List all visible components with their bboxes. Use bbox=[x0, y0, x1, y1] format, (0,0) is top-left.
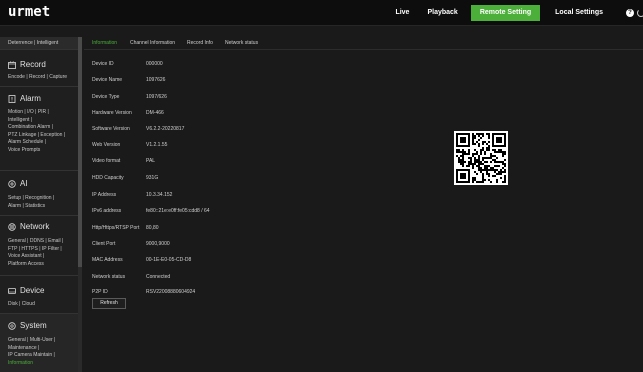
record-icon bbox=[8, 60, 16, 69]
sidebar-title-network: Network bbox=[20, 222, 50, 231]
top-bar: urmet Live Playback Remote Setting Local… bbox=[0, 0, 643, 26]
sidebar-link-line[interactable]: Setup | Recognition | bbox=[8, 195, 76, 203]
info-value: RSV22008880604924 bbox=[146, 289, 196, 295]
sidebar-scroll-thumb[interactable] bbox=[78, 37, 82, 267]
nav-local-settings[interactable]: Local Settings bbox=[548, 5, 610, 21]
network-icon bbox=[8, 222, 16, 231]
nav-live[interactable]: Live bbox=[388, 5, 416, 21]
sidebar-section-record: Record Encode | Record | Capture bbox=[0, 49, 78, 86]
info-value: V1.2.1.55 bbox=[146, 142, 168, 148]
info-value: Connected bbox=[146, 274, 171, 280]
sidebar-section-device: Device Disk | Cloud bbox=[0, 275, 78, 313]
tab-information[interactable]: Information bbox=[92, 37, 117, 49]
sidebar-link-line[interactable]: Motion | I/O | PIR | bbox=[8, 109, 76, 117]
info-value: 00-1E-E0-05-CD-D8 bbox=[146, 257, 192, 263]
tab-channel-information[interactable]: Channel Information bbox=[130, 37, 175, 49]
sidebar-header-record[interactable]: Record bbox=[8, 60, 46, 69]
sidebar-links-network[interactable]: General | DDNS | Email | FTP | HTTPS | I… bbox=[8, 238, 76, 268]
top-nav: Live Playback Remote Setting Local Setti… bbox=[388, 0, 643, 25]
info-value: 931G bbox=[146, 175, 159, 181]
info-value: 000000 bbox=[146, 61, 163, 67]
sidebar-links-device[interactable]: Disk | Cloud bbox=[8, 301, 76, 309]
sidebar-title-record: Record bbox=[20, 60, 46, 69]
sidebar-link-line[interactable]: Voice Assistant | bbox=[8, 253, 76, 261]
sidebar-link-line[interactable]: FTP | HTTPS | IP Filter | bbox=[8, 246, 76, 254]
p2p-qr-code bbox=[454, 131, 508, 185]
tab-bar: Information Channel Information Record I… bbox=[84, 37, 643, 50]
sidebar-section-ai: AI Setup | Recognition | Alarm | Statist… bbox=[0, 170, 78, 215]
device-icon bbox=[8, 287, 16, 295]
info-value: PAL bbox=[146, 158, 156, 164]
nav-remote-setting[interactable]: Remote Setting bbox=[470, 4, 541, 21]
sidebar-link-line[interactable]: Voice Prompts bbox=[8, 147, 76, 155]
tab-network-status[interactable]: Network status bbox=[225, 37, 258, 49]
main-content: Information Channel Information Record I… bbox=[84, 37, 643, 372]
sidebar-title-device: Device bbox=[20, 286, 45, 295]
sidebar-header-system[interactable]: System bbox=[8, 321, 47, 330]
sidebar-link-line[interactable]: Encode | Record | Capture bbox=[8, 74, 76, 82]
sidebar-title-system: System bbox=[20, 321, 47, 330]
sidebar-section-network: Network General | DDNS | Email | FTP | H… bbox=[0, 215, 78, 275]
sidebar-header-network[interactable]: Network bbox=[8, 222, 49, 231]
system-icon bbox=[8, 321, 16, 330]
sidebar-title-ai: AI bbox=[20, 179, 28, 188]
sidebar-links-record[interactable]: Encode | Record | Capture bbox=[8, 74, 76, 82]
info-value: 10.3.34.152 bbox=[146, 192, 173, 198]
refresh-button[interactable]: Refresh bbox=[92, 298, 126, 309]
sidebar: Deterrence | Intelligent Record Encode |… bbox=[0, 37, 78, 372]
sidebar-header-alarm[interactable]: Alarm bbox=[8, 94, 41, 103]
alarm-icon bbox=[8, 94, 16, 103]
sidebar-link-line[interactable]: Alarm | Statistics bbox=[8, 203, 76, 211]
brand-logo: urmet bbox=[8, 4, 51, 20]
sidebar-link-line[interactable]: IP Camera Maintain | bbox=[8, 352, 76, 360]
sidebar-section-alarm: Alarm Motion | I/O | PIR | Intelligent |… bbox=[0, 86, 78, 170]
sidebar-link-line[interactable]: Combination Alarm | bbox=[8, 124, 76, 132]
sidebar-link-line[interactable]: Maintenance | bbox=[8, 345, 76, 353]
sidebar-link-line[interactable]: Intelligent | bbox=[8, 117, 76, 125]
sidebar-link-line[interactable]: General | Multi-User | bbox=[8, 337, 76, 345]
info-value: 1097626 bbox=[146, 77, 166, 83]
sidebar-header-ai[interactable]: AI bbox=[8, 179, 28, 188]
sidebar-title-alarm: Alarm bbox=[20, 94, 41, 103]
sidebar-link-information[interactable]: Information bbox=[8, 360, 76, 368]
sidebar-link-line[interactable]: Alarm Schedule | bbox=[8, 139, 76, 147]
sidebar-scrollbar[interactable] bbox=[78, 37, 82, 372]
info-value: fe80::21e:e0ff:fe05:cdd8 / 64 bbox=[146, 208, 210, 214]
sidebar-links-alarm[interactable]: Motion | I/O | PIR | Intelligent | Combi… bbox=[8, 109, 76, 154]
sidebar-links-system[interactable]: General | Multi-User | Maintenance | IP … bbox=[8, 337, 76, 367]
info-value: 80,80 bbox=[146, 225, 159, 231]
info-value: 9000,9000 bbox=[146, 241, 170, 247]
sidebar-header-device[interactable]: Device bbox=[8, 286, 44, 295]
info-value: DM-466 bbox=[146, 110, 164, 116]
sidebar-links-ai[interactable]: Setup | Recognition | Alarm | Statistics bbox=[8, 195, 76, 210]
info-value: 1097/626 bbox=[146, 94, 167, 100]
sidebar-link-line[interactable]: General | DDNS | Email | bbox=[8, 238, 76, 246]
sidebar-link-line[interactable]: Platform Access bbox=[8, 261, 76, 269]
tab-record-info[interactable]: Record Info bbox=[187, 37, 213, 49]
power-icon[interactable] bbox=[637, 8, 643, 17]
sidebar-link-line[interactable]: Disk | Cloud bbox=[8, 301, 76, 309]
sidebar-link-line[interactable]: PTZ Linkage | Exception | bbox=[8, 132, 76, 140]
ai-icon bbox=[8, 179, 16, 188]
nav-playback[interactable]: Playback bbox=[420, 5, 464, 21]
sidebar-top-links[interactable]: Deterrence | Intelligent bbox=[0, 37, 78, 49]
help-icon[interactable]: ? bbox=[626, 8, 634, 17]
info-value: V6.2.2-20220817 bbox=[146, 126, 185, 132]
sidebar-section-system: System General | Multi-User | Maintenanc… bbox=[0, 313, 78, 372]
